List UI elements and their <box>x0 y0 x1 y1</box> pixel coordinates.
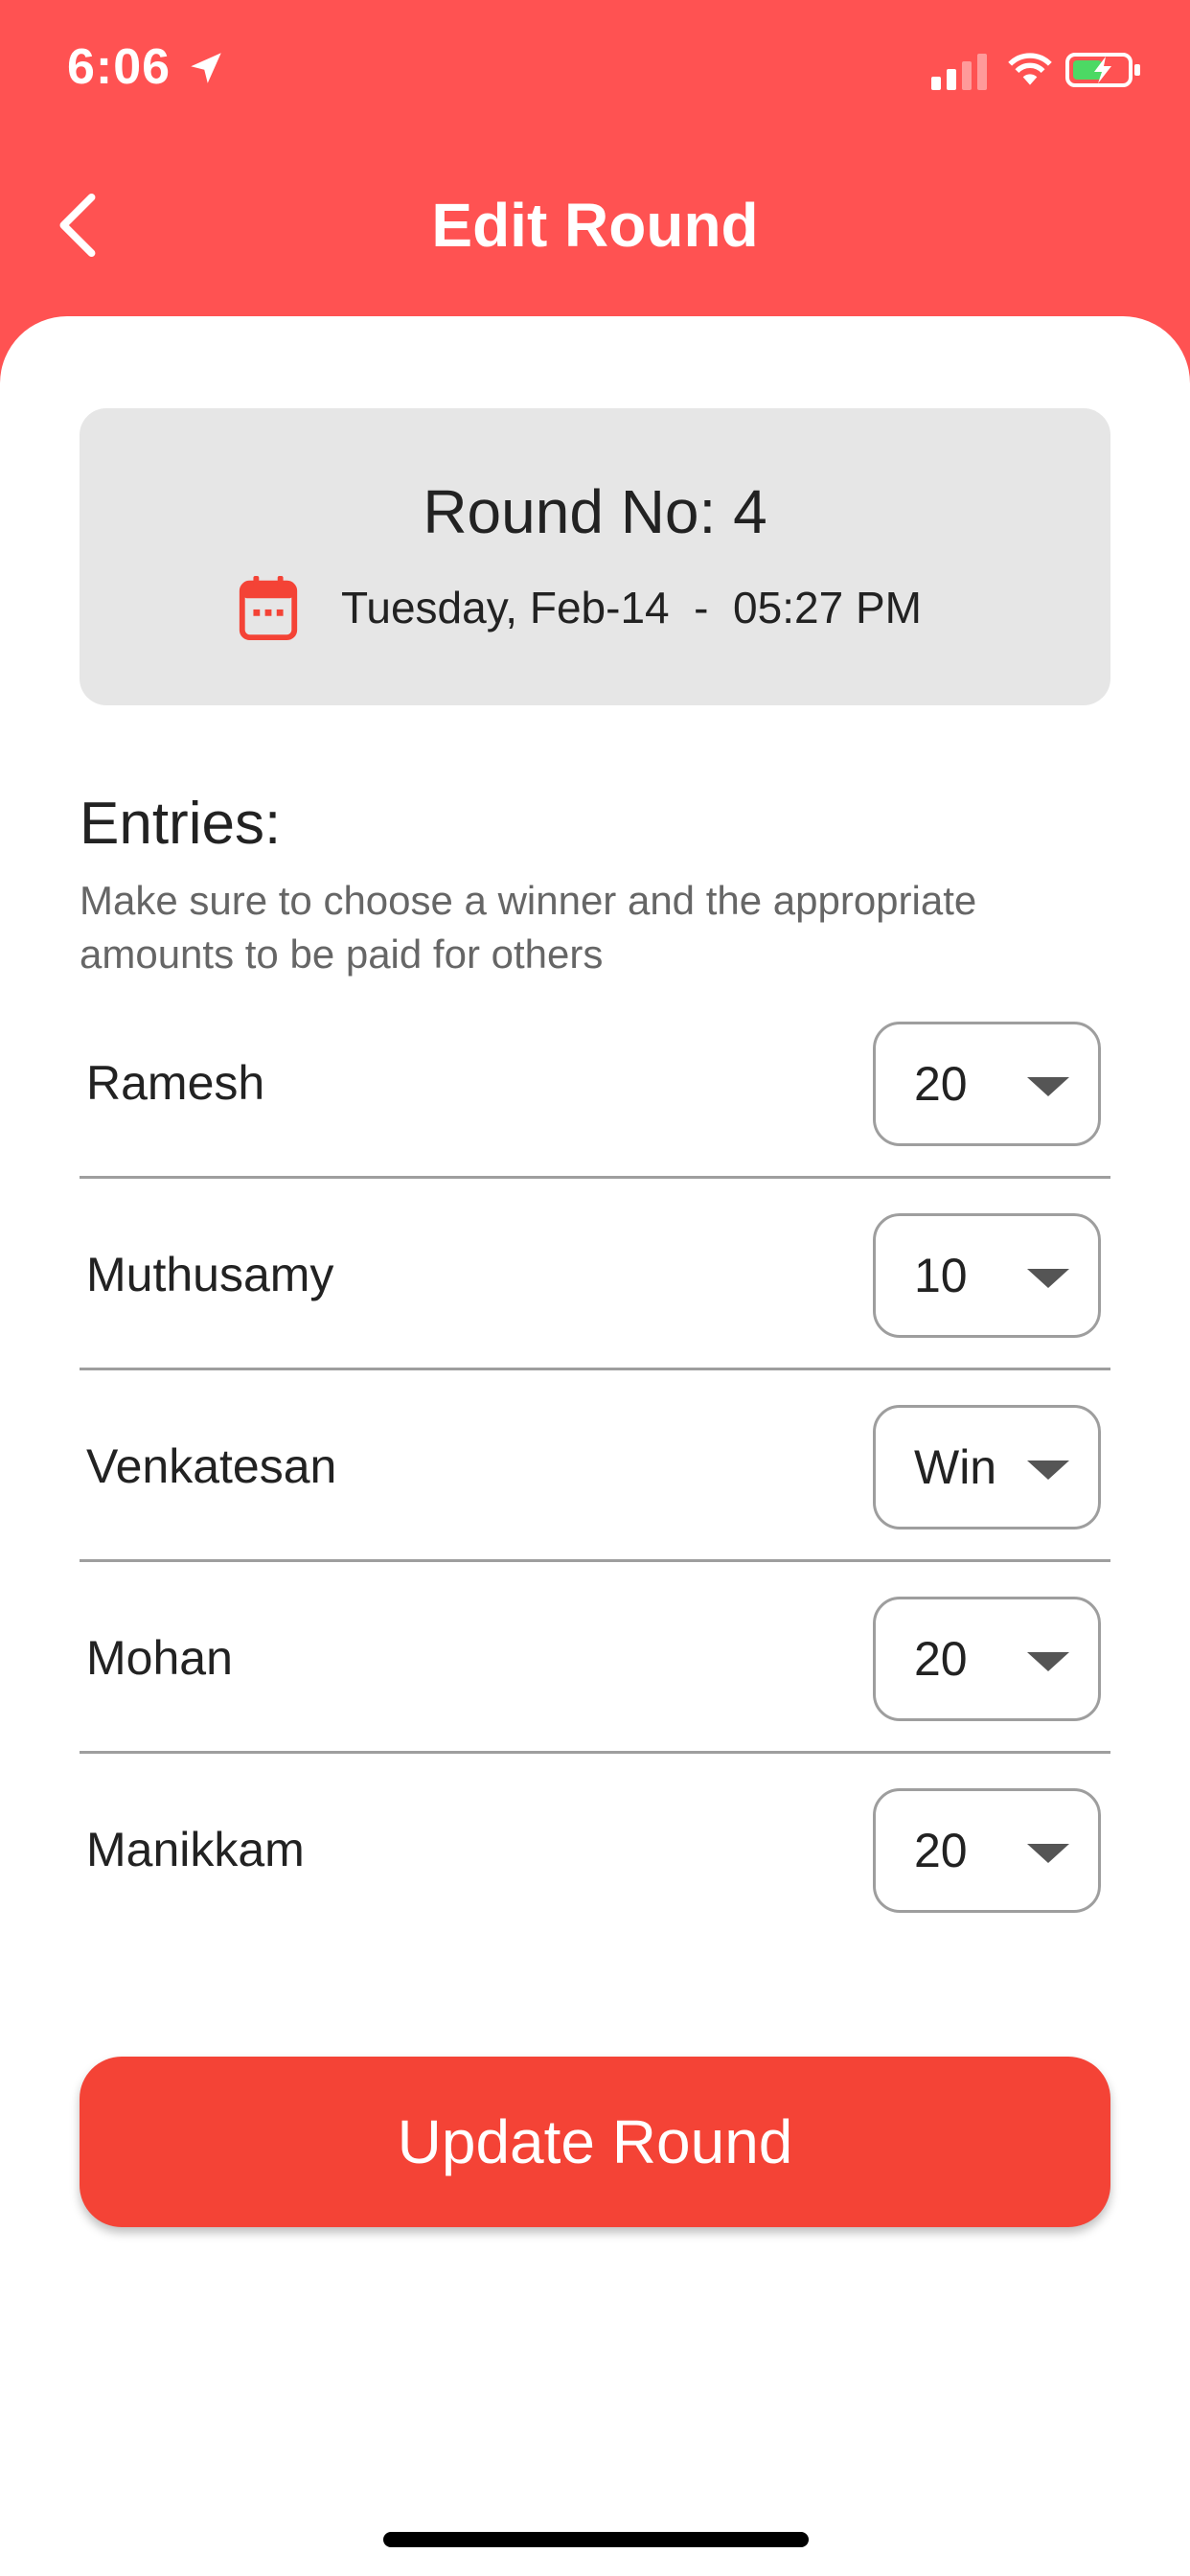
dropdown-caret-icon <box>1027 1077 1069 1096</box>
calendar-icon <box>239 575 298 641</box>
battery-charging-icon <box>1065 53 1140 87</box>
page-title: Edit Round <box>431 191 759 260</box>
entries-heading: Entries: <box>80 791 282 857</box>
entry-row: Venkatesan Win <box>80 1370 1110 1562</box>
amount-dropdown[interactable]: 20 <box>873 1788 1101 1913</box>
cellular-signal-icon <box>931 54 987 90</box>
entries-hint: Make sure to choose a winner and the app… <box>80 878 977 977</box>
amount-dropdown[interactable]: 20 <box>873 1597 1101 1721</box>
amount-value: 20 <box>914 1824 968 1877</box>
round-number: Round No: 4 <box>423 477 767 546</box>
home-indicator[interactable] <box>383 2532 809 2547</box>
entry-row: Mohan 20 <box>80 1562 1110 1754</box>
entry-row: Muthusamy 10 <box>80 1179 1110 1370</box>
status-bar: 6:06 <box>0 0 1190 144</box>
entry-row: Ramesh 20 <box>80 987 1110 1179</box>
amount-value: Win <box>914 1440 997 1494</box>
amount-value: 20 <box>914 1632 968 1686</box>
location-arrow-icon <box>191 53 221 83</box>
round-info-card: Round No: 4 Tuesday, Feb-14 - 05:27 PM <box>80 408 1110 705</box>
amount-value: 20 <box>914 1057 968 1111</box>
entry-row: Manikkam 20 <box>80 1754 1110 1945</box>
entry-name: Manikkam <box>86 1823 305 1876</box>
round-date-time: Tuesday, Feb-14 - 05:27 PM <box>341 583 922 632</box>
dropdown-caret-icon <box>1027 1460 1069 1480</box>
entry-name: Muthusamy <box>86 1248 334 1301</box>
wifi-icon <box>1008 53 1052 85</box>
amount-dropdown[interactable]: Win <box>873 1405 1101 1530</box>
round-date-row: Tuesday, Feb-14 - 05:27 PM <box>238 569 922 646</box>
amount-value: 10 <box>914 1249 968 1302</box>
amount-dropdown[interactable]: 20 <box>873 1022 1101 1146</box>
entries-list: Ramesh 20 Muthusamy 10 Venkatesan Win Mo… <box>80 987 1110 1945</box>
entry-name: Mohan <box>86 1631 233 1685</box>
update-round-button[interactable]: Update Round <box>80 2057 1110 2227</box>
dropdown-caret-icon <box>1027 1652 1069 1671</box>
dropdown-caret-icon <box>1027 1269 1069 1288</box>
entry-name: Ramesh <box>86 1056 265 1110</box>
status-time: 6:06 <box>67 39 172 95</box>
amount-dropdown[interactable]: 10 <box>873 1213 1101 1338</box>
dropdown-caret-icon <box>1027 1844 1069 1863</box>
entry-name: Venkatesan <box>86 1439 337 1493</box>
